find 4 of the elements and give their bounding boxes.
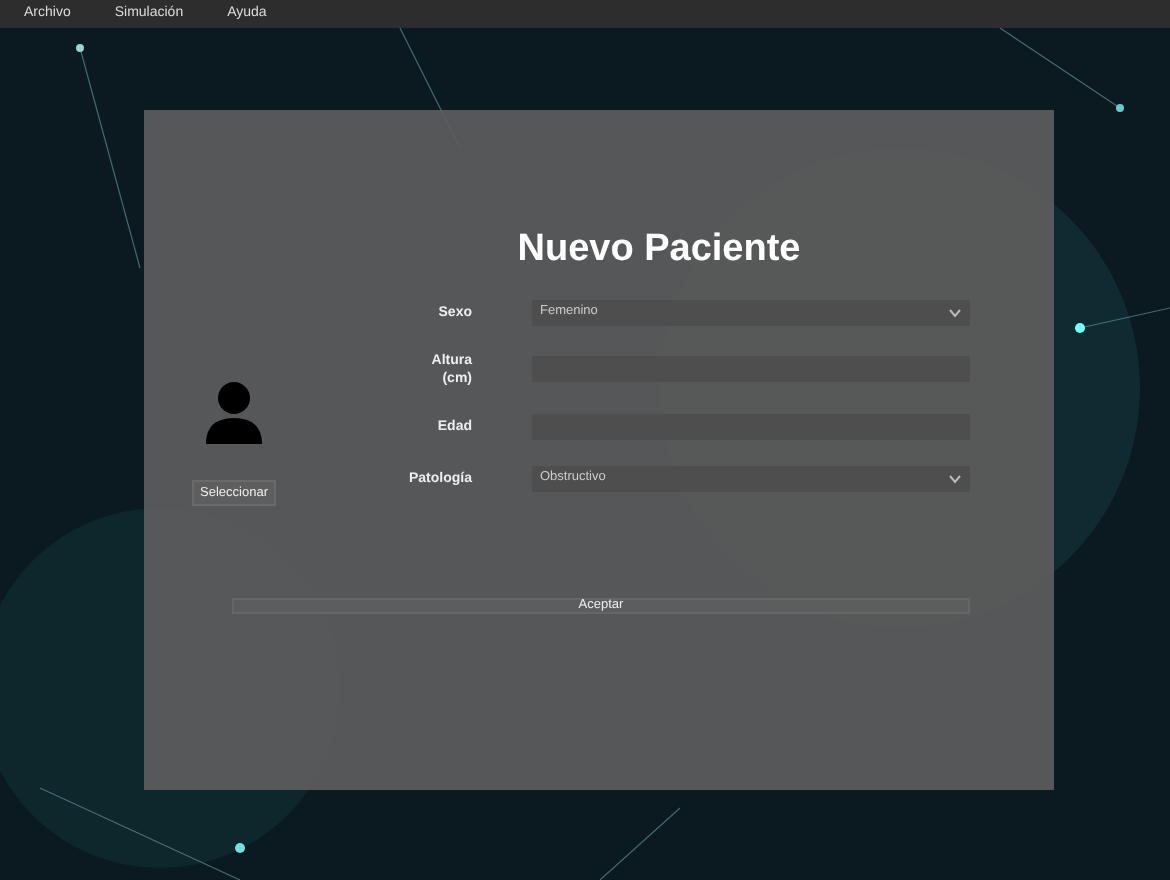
caret-icon xyxy=(948,307,962,317)
caret-icon xyxy=(948,473,962,483)
person-icon xyxy=(206,379,262,443)
dialog-title: Nuevo Paciente xyxy=(515,226,803,274)
